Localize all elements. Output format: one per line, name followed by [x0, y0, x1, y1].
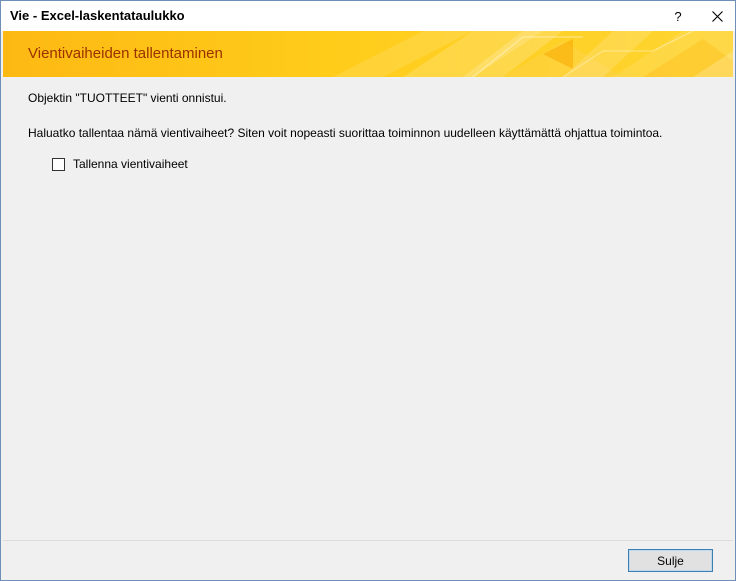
save-steps-checkbox[interactable]	[52, 157, 65, 171]
header-banner: Vientivaiheiden tallentaminen	[3, 31, 733, 77]
banner-title: Vientivaiheiden tallentaminen	[28, 45, 223, 62]
footer-divider	[3, 540, 733, 541]
close-icon	[711, 10, 723, 22]
close-window-button[interactable]	[699, 1, 735, 31]
close-button-label: Sulje	[657, 553, 684, 568]
success-message: Objektin "TUOTTEET" vienti onnistui.	[28, 91, 227, 105]
title-bar: Vie - Excel-laskentataulukko ?	[1, 1, 735, 31]
save-steps-checkbox-row[interactable]: Tallenna vientivaiheet	[52, 157, 188, 171]
window-title: Vie - Excel-laskentataulukko	[10, 8, 185, 23]
save-steps-checkbox-label: Tallenna vientivaiheet	[73, 157, 188, 171]
help-icon: ?	[674, 8, 682, 24]
export-dialog: Vie - Excel-laskentataulukko ? Vientivai…	[0, 0, 736, 581]
save-steps-question: Haluatko tallentaa nämä vientivaiheet? S…	[28, 126, 663, 140]
close-button[interactable]: Sulje	[628, 549, 713, 572]
help-button[interactable]: ?	[660, 1, 696, 31]
